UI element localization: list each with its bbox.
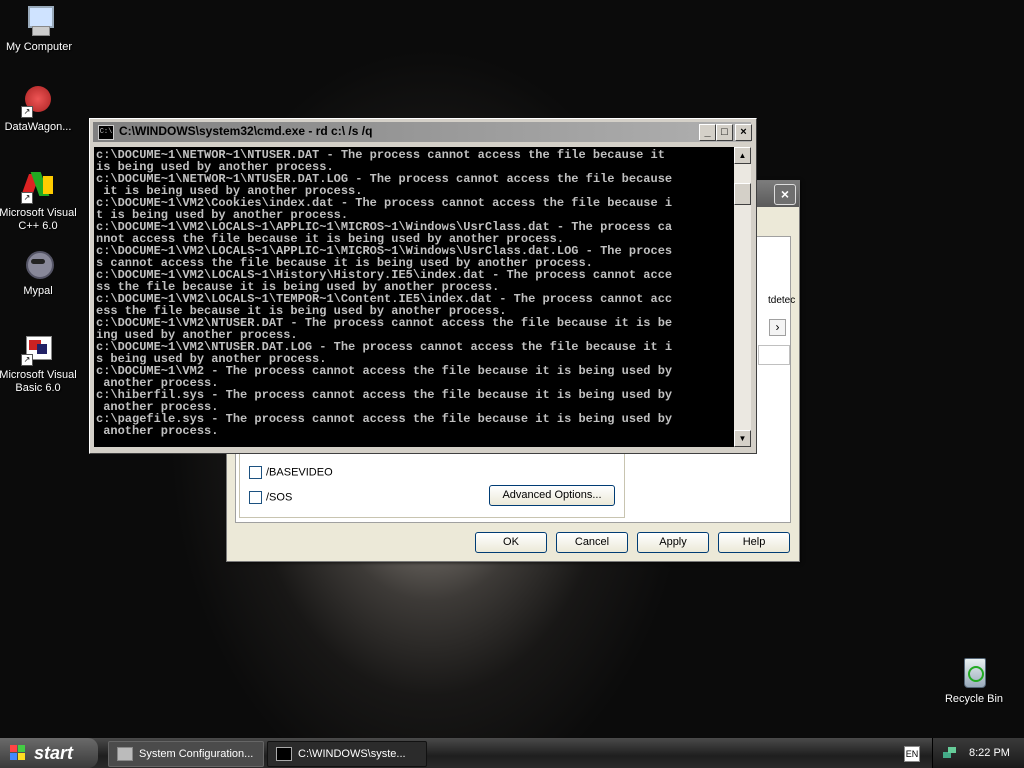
cmd-title: C:\WINDOWS\system32\cmd.exe - rd c:\ /s … [119, 124, 373, 138]
desktop-icon-recycle-bin[interactable]: Recycle Bin [934, 656, 1014, 706]
mypal-icon [21, 248, 55, 282]
datawagon-icon: ↗ [21, 84, 55, 118]
partial-field[interactable] [758, 345, 790, 365]
clock[interactable]: 8:22 PM [969, 738, 1010, 768]
close-button[interactable]: × [735, 124, 752, 141]
desktop-icon-label: Recycle Bin [944, 693, 1004, 705]
console-output[interactable]: c:\DOCUME~1\NETWOR~1\NTUSER.DAT - The pr… [94, 147, 734, 447]
msconfig-close-button[interactable]: × [774, 184, 796, 205]
cancel-button[interactable]: Cancel [556, 532, 628, 553]
task-label: System Configuration... [139, 748, 254, 760]
sos-checkbox[interactable]: /SOS [249, 491, 292, 504]
start-label: start [34, 743, 74, 763]
desktop-icon-my-computer[interactable]: My Computer [0, 4, 82, 54]
desktop-icon-label: Microsoft Visual C++ 6.0 [0, 207, 77, 232]
sos-label: /SOS [266, 491, 293, 504]
scroll-right-button[interactable]: › [769, 319, 786, 336]
msconfig-icon [117, 747, 133, 762]
network-icon[interactable] [943, 746, 957, 760]
cmd-icon [276, 747, 292, 762]
task-label: C:\WINDOWS\syste... [298, 748, 406, 760]
basevideo-label: /BASEVIDEO [266, 466, 333, 479]
checkbox-box[interactable] [249, 491, 262, 504]
scroll-up-button[interactable]: ▲ [734, 147, 751, 164]
ok-button[interactable]: OK [475, 532, 547, 553]
basevideo-checkbox[interactable]: /BASEVIDEO [249, 466, 333, 479]
windows-flag-icon [10, 745, 26, 761]
partial-list-text: tdetec [768, 295, 796, 306]
my-computer-icon [22, 4, 56, 38]
taskbar-item-cmd[interactable]: C:\WINDOWS\syste... [267, 741, 427, 767]
scroll-down-button[interactable]: ▼ [734, 430, 751, 447]
cmd-titlebar[interactable]: C:\ C:\WINDOWS\system32\cmd.exe - rd c:\… [93, 122, 752, 142]
minimize-button[interactable]: _ [699, 124, 716, 141]
shortcut-arrow-icon: ↗ [21, 192, 33, 204]
cmd-window: C:\ C:\WINDOWS\system32\cmd.exe - rd c:\… [89, 118, 757, 454]
shortcut-arrow-icon: ↗ [21, 354, 33, 366]
language-indicator[interactable]: EN [904, 746, 920, 762]
taskbar: start System Configuration... C:\WINDOWS… [0, 738, 1024, 768]
desktop-icon-label: Microsoft Visual Basic 6.0 [0, 369, 77, 394]
desktop-icon-label: My Computer [5, 41, 73, 53]
desktop-icon-mypal[interactable]: Mypal [0, 248, 81, 298]
system-tray: 8:22 PM [932, 738, 1024, 768]
desktop-icon-label: Mypal [23, 285, 53, 297]
desktop-icon-visual-cpp[interactable]: ↗ Microsoft Visual C++ 6.0 [0, 170, 81, 233]
maximize-button[interactable]: □ [716, 124, 733, 141]
visual-cpp-icon: ↗ [20, 170, 55, 204]
shortcut-arrow-icon: ↗ [21, 106, 33, 118]
desktop-icon-datawagon[interactable]: ↗ DataWagon... [0, 84, 81, 134]
cmd-icon: C:\ [98, 125, 114, 140]
taskbar-item-system-configuration[interactable]: System Configuration... [108, 741, 264, 767]
advanced-options-button[interactable]: Advanced Options... [489, 485, 615, 506]
desktop-icon-visual-basic[interactable]: ↗ Microsoft Visual Basic 6.0 [0, 332, 81, 395]
recycle-bin-icon [957, 656, 991, 690]
help-button[interactable]: Help [718, 532, 790, 553]
console-scrollbar[interactable]: ▲ ▼ [734, 147, 751, 447]
visual-basic-icon: ↗ [21, 332, 55, 366]
console-text: c:\DOCUME~1\NETWOR~1\NTUSER.DAT - The pr… [96, 148, 673, 438]
scroll-thumb[interactable] [734, 183, 751, 205]
start-button[interactable]: start [0, 738, 98, 768]
apply-button[interactable]: Apply [637, 532, 709, 553]
desktop-icon-label: DataWagon... [4, 121, 72, 133]
checkbox-box[interactable] [249, 466, 262, 479]
